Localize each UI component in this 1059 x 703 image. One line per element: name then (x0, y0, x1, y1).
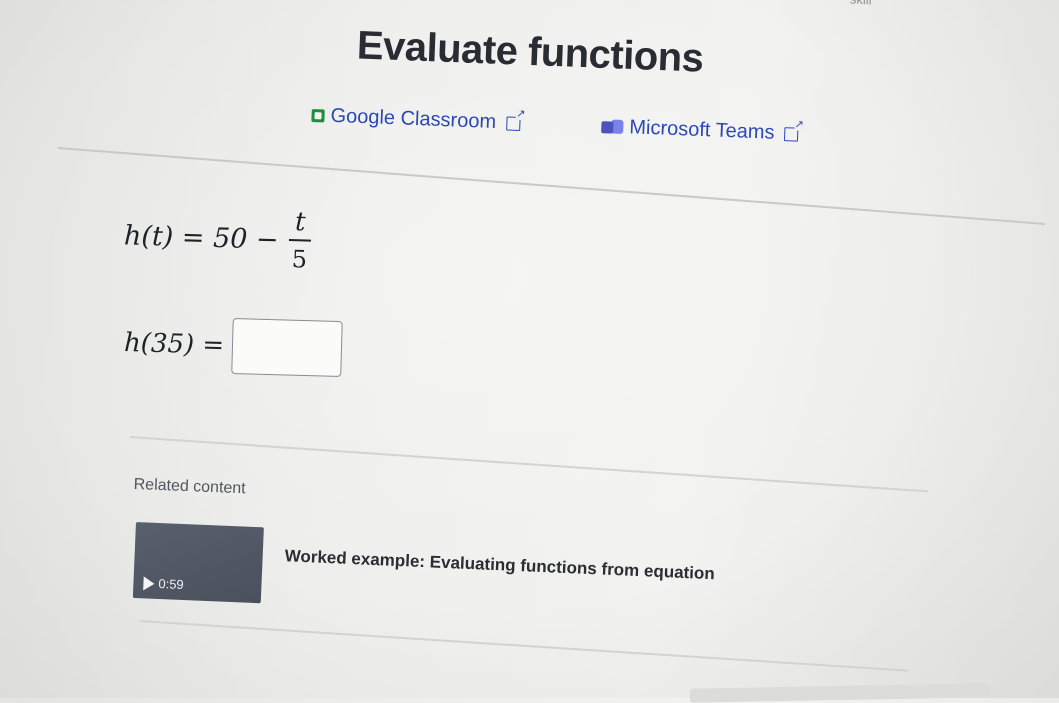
question-lhs: h(35) = (123, 327, 225, 361)
function-equation: h(t) = 50 − t 5 (123, 202, 313, 274)
answer-input[interactable] (231, 317, 343, 378)
microsoft-teams-label: Microsoft Teams (628, 116, 775, 144)
page-title: Evaluate functions (356, 23, 705, 81)
external-link-icon (505, 115, 521, 131)
video-duration-label: 0:59 (158, 576, 185, 593)
share-row: Google Classroom Microsoft Teams (311, 104, 832, 144)
header-skill-label: skill (850, 0, 872, 8)
fraction: t 5 (288, 206, 313, 274)
google-classroom-link[interactable]: Google Classroom (311, 104, 521, 135)
google-classroom-label: Google Classroom (330, 104, 497, 134)
fraction-numerator: t (288, 206, 313, 242)
problem-divider (129, 436, 929, 492)
fraction-denominator: 5 (291, 245, 308, 274)
microsoft-teams-icon (601, 119, 624, 136)
google-classroom-icon (311, 108, 325, 123)
play-icon (143, 575, 155, 591)
equation-lhs: h(t) = 50 − (123, 219, 280, 256)
external-link-icon (784, 126, 799, 142)
related-video-card[interactable]: 0:59 Worked example: Evaluating function… (132, 522, 775, 639)
video-thumbnail[interactable]: 0:59 (132, 522, 264, 604)
related-content-label: Related content (133, 476, 246, 498)
question-row: h(35) = (123, 315, 343, 378)
video-title[interactable]: Worked example: Evaluating functions fro… (284, 546, 715, 584)
microsoft-teams-link[interactable]: Microsoft Teams (601, 115, 799, 146)
bottom-element (689, 683, 991, 703)
video-duration: 0:59 (143, 575, 184, 592)
